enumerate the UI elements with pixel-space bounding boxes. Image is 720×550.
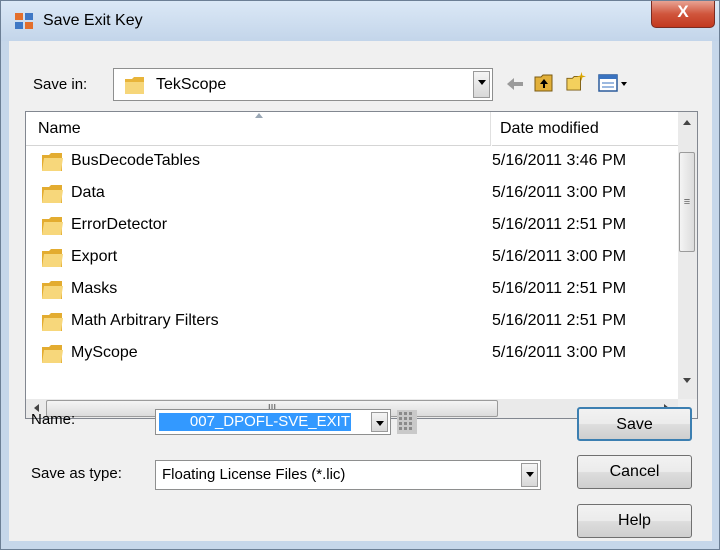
file-name: Masks: [71, 280, 118, 297]
file-name: Data: [71, 184, 105, 201]
list-item[interactable]: Math Arbitrary Filters 5/16/2011 2:51 PM: [26, 306, 678, 338]
app-icon: [15, 13, 33, 29]
view-menu-icon[interactable]: [598, 73, 630, 93]
file-date: 5/16/2011 3:00 PM: [492, 184, 627, 201]
file-date: 5/16/2011 2:51 PM: [492, 216, 627, 233]
folder-icon: [125, 77, 144, 94]
sort-ascending-icon: [255, 113, 263, 118]
column-header-name[interactable]: Name: [26, 112, 491, 146]
list-item[interactable]: Masks 5/16/2011 2:51 PM: [26, 274, 678, 306]
cancel-button[interactable]: Cancel: [577, 455, 692, 489]
new-folder-icon[interactable]: [566, 71, 586, 91]
list-item[interactable]: MyScope 5/16/2011 3:00 PM: [26, 338, 678, 399]
file-name: ErrorDetector: [71, 216, 168, 233]
save-as-type-label: Save as type:: [31, 465, 122, 482]
folder-icon: [42, 153, 63, 171]
name-combobox[interactable]: 007_DPOFL-SVE_EXIT: [155, 409, 391, 435]
file-date: 5/16/2011 2:51 PM: [492, 280, 627, 297]
name-input-value[interactable]: 007_DPOFL-SVE_EXIT: [190, 413, 350, 431]
save-button[interactable]: Save: [577, 407, 692, 441]
grid-grip-icon: [397, 410, 417, 434]
scroll-down-icon[interactable]: [683, 378, 691, 383]
column-name-label: Name: [38, 120, 81, 137]
column-header-date[interactable]: Date modified: [492, 112, 678, 146]
save-in-label: Save in:: [33, 76, 88, 93]
name-dropdown-arrow[interactable]: [371, 412, 388, 432]
up-folder-icon[interactable]: [534, 73, 554, 93]
file-name: Export: [71, 248, 118, 265]
file-name: BusDecodeTables: [71, 152, 200, 169]
save-in-dropdown-arrow[interactable]: [473, 71, 490, 98]
list-item[interactable]: BusDecodeTables 5/16/2011 3:46 PM: [26, 146, 678, 178]
help-button[interactable]: Help: [577, 504, 692, 538]
file-date: 5/16/2011 3:00 PM: [492, 248, 627, 265]
file-date: 5/16/2011 3:00 PM: [492, 344, 627, 361]
name-label: Name:: [31, 411, 76, 428]
vertical-scrollbar[interactable]: ≡: [678, 112, 697, 418]
list-item[interactable]: ErrorDetector 5/16/2011 2:51 PM: [26, 210, 678, 242]
folder-icon: [42, 281, 63, 299]
dialog-body: Save in: TekScope Name Date modified Bus…: [9, 41, 712, 541]
save-in-value: TekScope: [156, 76, 227, 93]
close-button[interactable]: X: [651, 1, 715, 28]
save-as-type-dropdown[interactable]: Floating License Files (*.lic): [155, 460, 541, 490]
file-date: 5/16/2011 2:51 PM: [492, 312, 627, 329]
folder-icon: [42, 345, 63, 363]
save-dialog: Save Exit Key X Save in: TekScope Name D…: [0, 0, 720, 550]
window-title: Save Exit Key: [43, 12, 143, 29]
save-in-dropdown[interactable]: TekScope: [113, 68, 493, 101]
folder-icon: [42, 313, 63, 331]
column-date-label: Date modified: [500, 120, 599, 137]
name-selection-highlight: 007_DPOFL-SVE_EXIT: [159, 413, 351, 431]
folder-icon: [42, 217, 63, 235]
file-name: MyScope: [71, 344, 138, 361]
file-date: 5/16/2011 3:46 PM: [492, 152, 627, 169]
title-bar: Save Exit Key X: [1, 1, 719, 41]
list-item[interactable]: Export 5/16/2011 3:00 PM: [26, 242, 678, 274]
back-arrow-icon[interactable]: [505, 74, 525, 94]
list-item[interactable]: Data 5/16/2011 3:00 PM: [26, 178, 678, 210]
folder-icon: [42, 185, 63, 203]
close-icon: X: [677, 2, 689, 21]
file-name: Math Arbitrary Filters: [71, 312, 219, 329]
vertical-scroll-thumb[interactable]: ≡: [679, 152, 695, 252]
file-list[interactable]: Name Date modified BusDecodeTables 5/16/…: [25, 111, 698, 419]
scroll-up-icon[interactable]: [683, 120, 691, 125]
folder-icon: [42, 249, 63, 267]
save-as-type-value: Floating License Files (*.lic): [162, 466, 346, 483]
save-as-type-dropdown-arrow[interactable]: [521, 463, 538, 487]
